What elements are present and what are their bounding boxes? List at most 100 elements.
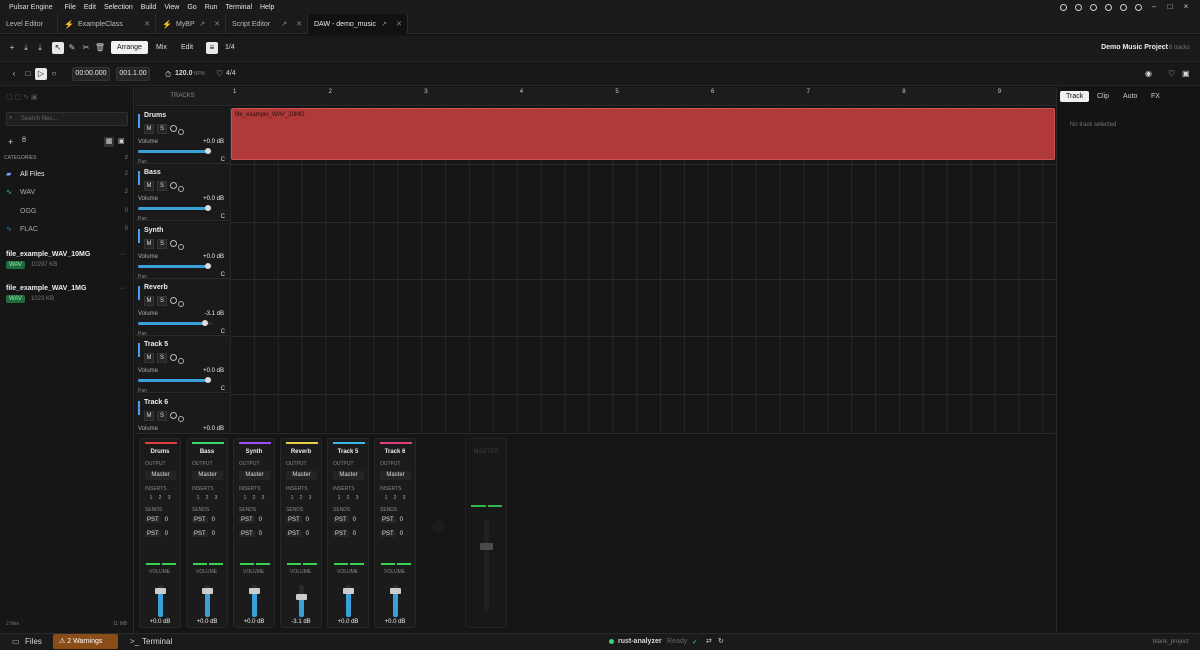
- grid-view-icon[interactable]: ▢ ▢ ∿ ▣: [6, 93, 38, 101]
- insert-slot[interactable]: 1: [336, 495, 342, 501]
- github-icon[interactable]: [1120, 3, 1127, 11]
- import-icon[interactable]: ⤓: [20, 42, 32, 54]
- slider-handle[interactable]: [205, 262, 211, 269]
- pan-knob[interactable]: [178, 243, 184, 250]
- export-icon[interactable]: ⤓: [34, 42, 46, 54]
- tab-mybp[interactable]: ⚡ MyBP ↗ ✕: [156, 14, 226, 34]
- menu-run[interactable]: Run: [205, 4, 218, 11]
- settings-icon[interactable]: [1105, 3, 1112, 11]
- record-arm-icon[interactable]: [170, 125, 177, 132]
- fullscreen-icon[interactable]: ▣: [1182, 69, 1190, 78]
- track-name[interactable]: Track 5: [144, 341, 168, 348]
- track-name[interactable]: Track 6: [144, 399, 168, 406]
- file-item[interactable]: file_example_WAV_1MG WAV 1023 KB ···: [6, 285, 128, 303]
- track-header[interactable]: Drums M S Volume +0.0 dB Pan C: [135, 107, 230, 165]
- folder-add-icon[interactable]: ȣ: [22, 137, 26, 144]
- send-row[interactable]: PST 0: [145, 517, 168, 523]
- send-row[interactable]: PST 0: [380, 531, 403, 537]
- network-icon[interactable]: [1075, 3, 1082, 11]
- add-icon[interactable]: +: [8, 137, 13, 147]
- bpm-value[interactable]: 120.0: [175, 70, 193, 77]
- more-icon[interactable]: ···: [119, 285, 126, 292]
- category-flac[interactable]: ∿ FLAC 0: [6, 223, 128, 235]
- track-name[interactable]: Synth: [144, 227, 163, 234]
- volume-fader[interactable]: [296, 585, 307, 617]
- menu-build[interactable]: Build: [141, 4, 157, 11]
- pan-knob[interactable]: [178, 186, 184, 193]
- master-fader[interactable]: [484, 519, 489, 611]
- sync-icon[interactable]: ⇄: [706, 637, 712, 645]
- timeline-ruler[interactable]: 1 2 3 4 5 6 7 8 9: [230, 87, 1056, 106]
- pan-knob[interactable]: [178, 415, 184, 422]
- output-select[interactable]: Master: [380, 471, 411, 480]
- volume-slider[interactable]: [138, 205, 212, 212]
- insert-slot[interactable]: 1: [289, 495, 295, 501]
- insert-slot[interactable]: 1: [148, 495, 154, 501]
- maximize-icon[interactable]: □: [1166, 3, 1174, 11]
- volume-slider[interactable]: [138, 262, 212, 269]
- insert-slot[interactable]: 3: [260, 495, 266, 501]
- volume-slider[interactable]: [138, 148, 212, 154]
- pencil-icon[interactable]: ✎: [66, 42, 78, 54]
- record-arm-icon[interactable]: [170, 354, 177, 362]
- volume-fader[interactable]: [155, 585, 166, 617]
- tab-clip[interactable]: Clip: [1091, 91, 1115, 102]
- tab-track[interactable]: Track: [1060, 91, 1090, 102]
- fader-handle[interactable]: [249, 588, 260, 594]
- popout-icon[interactable]: ↗: [199, 20, 205, 28]
- tab-daw[interactable]: DAW - demo_music ↗ ✕: [308, 14, 408, 34]
- minimize-icon[interactable]: –: [1150, 3, 1158, 11]
- volume-fader[interactable]: [343, 585, 354, 617]
- eye-icon[interactable]: ◉: [1145, 69, 1152, 78]
- close-icon[interactable]: ✕: [144, 20, 150, 28]
- volume-slider[interactable]: [138, 377, 212, 384]
- mute-button[interactable]: M: [144, 353, 154, 364]
- record-arm-icon[interactable]: [170, 296, 177, 304]
- output-select[interactable]: Master: [239, 471, 270, 480]
- mix-button[interactable]: Mix: [150, 41, 173, 54]
- send-row[interactable]: PST 0: [286, 531, 309, 537]
- insert-slot[interactable]: 3: [213, 495, 219, 501]
- globe-icon[interactable]: [1060, 3, 1067, 11]
- menu-file[interactable]: File: [65, 4, 76, 11]
- tab-level-editor[interactable]: Level Editor: [0, 14, 58, 34]
- edit-button[interactable]: Edit: [175, 41, 199, 54]
- insert-slot[interactable]: 1: [383, 495, 389, 501]
- file-item[interactable]: file_example_WAV_10MG WAV 10297 KB ···: [6, 251, 128, 269]
- category-all-files[interactable]: ▰ All Files 2: [6, 168, 128, 180]
- quantize-value[interactable]: 1/4: [219, 41, 241, 54]
- output-select[interactable]: Master: [333, 471, 364, 480]
- send-row[interactable]: PST 0: [333, 531, 356, 537]
- insert-slot[interactable]: 1: [195, 495, 201, 501]
- volume-fader[interactable]: [249, 585, 260, 617]
- rewind-icon[interactable]: ‹: [8, 68, 20, 80]
- send-row[interactable]: PST 0: [239, 517, 262, 523]
- heart-icon[interactable]: ♡: [216, 69, 223, 78]
- output-select[interactable]: Master: [145, 471, 176, 480]
- close-icon[interactable]: ✕: [214, 20, 220, 28]
- close-icon[interactable]: ×: [1182, 3, 1190, 11]
- track-header[interactable]: Bass M S Volume +0.0 dB Pan C: [135, 164, 230, 222]
- popout-icon[interactable]: ↗: [281, 20, 287, 28]
- tab-fx[interactable]: FX: [1145, 91, 1166, 102]
- category-ogg[interactable]: OGG 0: [6, 205, 128, 217]
- volume-fader[interactable]: [202, 585, 213, 617]
- close-icon[interactable]: ✕: [396, 20, 402, 28]
- master-fader-handle[interactable]: [480, 543, 493, 550]
- slider-handle[interactable]: [205, 148, 211, 154]
- fader-handle[interactable]: [296, 594, 307, 600]
- menu-help[interactable]: Help: [260, 4, 274, 11]
- menu-selection[interactable]: Selection: [104, 4, 133, 11]
- tab-example-class[interactable]: ⚡ ExampleClass ✕: [58, 14, 156, 34]
- menu-go[interactable]: Go: [187, 4, 196, 11]
- output-select[interactable]: Master: [286, 471, 317, 480]
- insert-slot[interactable]: 2: [345, 495, 351, 501]
- track-header[interactable]: Synth M S Volume +0.0 dB Pan C: [135, 221, 230, 280]
- world-icon[interactable]: [1090, 3, 1097, 11]
- more-icon[interactable]: ···: [119, 251, 126, 258]
- snap-icon[interactable]: ≡: [206, 42, 218, 54]
- track-name[interactable]: Drums: [144, 112, 166, 119]
- solo-button[interactable]: S: [157, 181, 167, 192]
- output-select[interactable]: Master: [192, 471, 223, 480]
- audio-clip[interactable]: file_example_WAV_10MG: [231, 108, 1055, 160]
